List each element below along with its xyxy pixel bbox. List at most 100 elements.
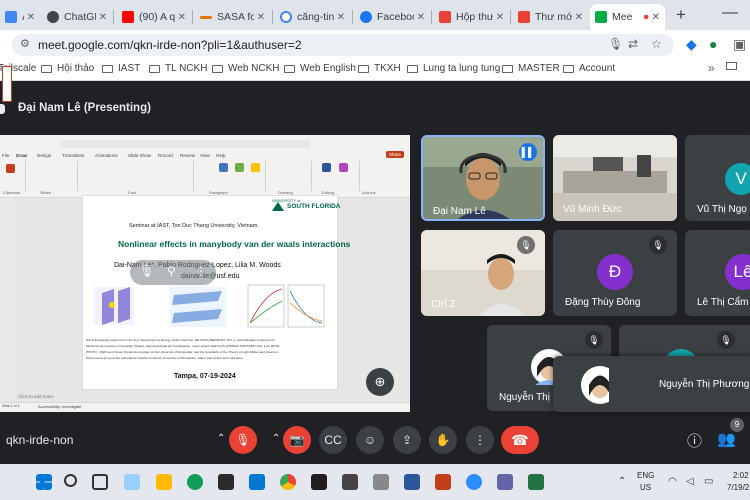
ribbon-tab[interactable]: Record [158, 153, 173, 158]
participant-tile[interactable]: 🎙 Ctrl Z [421, 230, 545, 316]
participant-tile[interactable]: Vũ Minh Đức [553, 135, 677, 221]
raise-hand-button[interactable]: ✋ [429, 426, 457, 454]
ribbon-tab[interactable]: Slide Show [128, 153, 151, 158]
quick-styles-icon[interactable] [251, 163, 260, 172]
terminal-icon[interactable] [311, 474, 327, 490]
close-tab-icon[interactable]: ✕ [337, 12, 345, 23]
participant-tile[interactable]: Đ 🎙 Đặng Thùy Đông [553, 230, 677, 316]
app-icon[interactable] [373, 474, 389, 490]
participant-tile-speaking[interactable]: ▌▌ Đại Nam Lê [421, 135, 545, 221]
tray-chevron-icon[interactable]: ⌃ [618, 476, 626, 487]
emoji-reactions-button[interactable]: ☺ [356, 426, 384, 454]
browser-tab[interactable]: (90) A q ✕ [117, 4, 191, 30]
captions-button[interactable]: CC [319, 426, 347, 454]
bookmark-folder[interactable]: Web NCKH [212, 63, 280, 74]
ribbon-tab[interactable]: Transitions [62, 153, 84, 158]
word-icon[interactable] [404, 474, 420, 490]
all-bookmarks-icon[interactable] [726, 62, 737, 70]
app-icon[interactable] [249, 474, 265, 490]
ribbon-tab[interactable]: Review [180, 153, 195, 158]
bookmark-folder[interactable]: TL NCKH [149, 63, 207, 74]
ribbon-tab[interactable]: Design [37, 153, 51, 158]
widgets-icon[interactable] [124, 474, 140, 490]
volume-icon[interactable]: ◁ [686, 476, 694, 487]
ribbon-tab[interactable]: Draw [16, 153, 27, 158]
browser-tab[interactable]: Ả✕ [0, 4, 40, 30]
minimize-window-button[interactable]: — [722, 4, 738, 22]
bookmark-folder[interactable]: Lung ta lung tung [407, 63, 500, 74]
arrange-icon[interactable] [235, 163, 244, 172]
microphone-icon[interactable]: 🎙 [608, 37, 623, 51]
browser-tab-active[interactable]: Mee ⏺ ✕ [590, 4, 665, 30]
more-bookmarks-icon[interactable]: » [708, 61, 715, 75]
close-tab-icon[interactable]: ✕ [99, 12, 107, 23]
mic-off-button[interactable]: 🎙 [229, 426, 257, 454]
app-icon[interactable] [342, 474, 358, 490]
ribbon-tab[interactable]: Help [216, 153, 225, 158]
browser-tab[interactable]: ChatGPT✕ [42, 4, 112, 30]
pin-icon[interactable]: ⚲ [167, 264, 176, 278]
clock-time[interactable]: 2:02 [733, 471, 749, 480]
camera-off-button[interactable]: 📷 [283, 426, 311, 454]
bookmark-folder[interactable]: IAST [102, 63, 140, 74]
zoom-icon[interactable]: ⊕ [366, 368, 394, 396]
url-text[interactable]: meet.google.com/qkn-irde-non?pli=1&authu… [38, 38, 302, 52]
close-tab-icon[interactable]: ✕ [417, 12, 425, 23]
site-info-icon[interactable]: ⚙ [20, 37, 30, 50]
grammarly-icon[interactable]: ● [709, 36, 717, 52]
wifi-icon[interactable]: ◠ [668, 476, 677, 487]
extension-icon[interactable]: ◆ [686, 36, 697, 53]
close-tab-icon[interactable]: ✕ [496, 12, 504, 23]
bookmark-folder[interactable]: Account [563, 63, 615, 74]
meeting-info-icon[interactable]: ⓘ [687, 430, 702, 451]
task-view-icon[interactable] [92, 474, 108, 490]
present-screen-button[interactable]: ⇪ [393, 426, 421, 454]
file-explorer-icon[interactable] [156, 474, 172, 490]
add-ins-icon[interactable] [339, 163, 348, 172]
app-icon[interactable] [218, 474, 234, 490]
close-tab-icon[interactable]: ✕ [178, 12, 186, 23]
paste-icon[interactable] [6, 164, 15, 173]
bookmark-folder[interactable]: MASTER [502, 63, 560, 74]
close-tab-icon[interactable]: ✕ [257, 12, 265, 23]
mic-off-icon[interactable]: 🎙 [139, 264, 154, 278]
edge-browser-icon[interactable] [187, 474, 203, 490]
browser-tab[interactable]: Hộp thư ✕ [434, 4, 509, 30]
translate-icon[interactable]: ⇄ [628, 37, 638, 51]
address-bar[interactable]: ⚙ meet.google.com/qkn-irde-non?pli=1&aut… [12, 34, 674, 56]
bookmark-folder[interactable]: Web English [284, 63, 356, 74]
self-view-tile[interactable]: Nguyễn Thị Phương [553, 356, 750, 412]
slide-thumbnail[interactable] [2, 66, 12, 102]
audio-settings-chevron-icon[interactable]: ⌃ [217, 433, 225, 444]
input-region[interactable]: US [640, 483, 651, 492]
new-tab-button[interactable]: + [676, 5, 686, 25]
close-tab-icon[interactable]: ✕ [652, 12, 660, 23]
bookmark-star-icon[interactable]: ☆ [651, 37, 662, 51]
participant-tile[interactable]: Lê Lê Thị Cẩm T [685, 230, 750, 316]
dictate-icon[interactable] [322, 163, 331, 172]
excel-icon[interactable] [528, 474, 544, 490]
chrome-icon[interactable] [280, 474, 296, 490]
close-tab-icon[interactable]: ✕ [575, 12, 583, 23]
search-icon[interactable] [64, 474, 77, 487]
close-tab-icon[interactable]: ✕ [27, 12, 35, 23]
people-icon[interactable]: 👥 [717, 430, 736, 448]
more-options-icon[interactable]: ⋮ [195, 264, 207, 278]
powerpoint-icon[interactable] [435, 474, 451, 490]
teams-icon[interactable] [497, 474, 513, 490]
bookmark-folder[interactable]: TKXH [358, 63, 401, 74]
battery-icon[interactable]: ▭ [704, 476, 713, 487]
browser-tab[interactable]: căng-tin ✕ [275, 4, 350, 30]
shapes-icon[interactable] [219, 163, 228, 172]
browser-tab[interactable]: Faceboo✕ [355, 4, 430, 30]
browser-tab[interactable]: Thư mới ✕ [513, 4, 588, 30]
participant-tile[interactable]: V Vũ Thị Ngọ [685, 135, 750, 221]
ribbon-tab[interactable]: File [2, 153, 9, 158]
end-call-button[interactable]: ☎ [501, 426, 539, 454]
ribbon-tab[interactable]: Animations [95, 153, 118, 158]
input-language[interactable]: ENG [637, 471, 654, 480]
more-options-button[interactable]: ⋮ [466, 426, 494, 454]
browser-tab[interactable]: SASA fo ✕ [195, 4, 270, 30]
share-button[interactable]: Share [386, 151, 405, 158]
clock-date[interactable]: 7/19/2 [727, 483, 749, 492]
